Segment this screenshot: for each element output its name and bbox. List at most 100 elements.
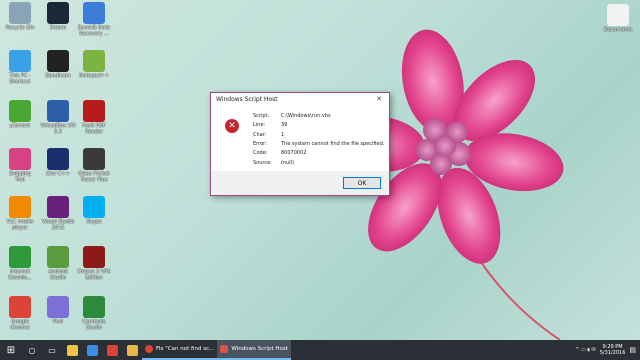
search-icon[interactable]: ○ bbox=[22, 340, 42, 360]
detail-key: Char: bbox=[253, 131, 267, 138]
clock-date: 5/31/2016 bbox=[599, 350, 626, 356]
desktop-shortcut[interactable]: Foxit PDF Reader bbox=[76, 100, 112, 135]
notepadpp-icon bbox=[83, 50, 105, 72]
desktop-shortcut[interactable]: Dev C++ bbox=[40, 148, 76, 177]
desktop-shortcut-label: Android Studio bbox=[48, 269, 68, 281]
desktop-shortcut[interactable]: VLC media player bbox=[2, 196, 38, 231]
detail-key: Code: bbox=[253, 150, 268, 157]
desktop-shortcut[interactable]: Snipping Tool bbox=[2, 148, 38, 183]
desktop-shortcut[interactable]: Google Chrome bbox=[2, 296, 38, 331]
ok-button[interactable]: OK bbox=[343, 177, 381, 189]
system-tray: ^ ▭ ◖ ✉ 9:29 PM 5/31/2016 ▤ bbox=[575, 340, 640, 360]
vfx-icon bbox=[83, 246, 105, 268]
close-icon[interactable]: ✕ bbox=[374, 95, 384, 103]
desktop-shortcut[interactable]: Pixlr bbox=[40, 296, 76, 325]
desktop-shortcut[interactable]: µTorrent bbox=[2, 100, 38, 129]
detail-value: C:\Windows\run.vbs bbox=[281, 113, 331, 119]
taskbar-window-label: Windows Script Host bbox=[231, 346, 288, 352]
camtasia-icon bbox=[83, 296, 105, 318]
detail-row: Error: The system cannot find the file sp… bbox=[253, 141, 384, 150]
detail-value: The system cannot find the file specifie… bbox=[281, 140, 385, 147]
task-view-icon[interactable]: ▭ bbox=[42, 340, 62, 360]
desktop-shortcut[interactable]: VirtualBox VM 3.3 bbox=[40, 100, 76, 135]
script-host-icon bbox=[220, 345, 229, 353]
easeus-icon bbox=[83, 2, 105, 24]
pinned-apps bbox=[62, 340, 142, 360]
desktop-shortcut-label: EaseUS Data Recovery ... bbox=[77, 25, 111, 37]
documents-icon bbox=[607, 4, 629, 26]
tray-icons[interactable]: ^ ▭ ◖ ✉ bbox=[575, 347, 596, 353]
desktop-shortcut[interactable]: Recycle Bin bbox=[2, 2, 38, 31]
desktop-shortcut-label: Dream 3 VFX Edition bbox=[77, 269, 111, 281]
detail-value: 39 bbox=[281, 122, 288, 129]
snipping-tool-icon bbox=[9, 148, 31, 170]
detail-value: (null) bbox=[281, 159, 295, 166]
desktop-shortcut-label: Bandicam bbox=[45, 73, 71, 79]
windows-start-icon[interactable]: ⊞ bbox=[0, 340, 22, 360]
desktop-shortcut-label: Snipping Tool bbox=[9, 171, 31, 183]
desktop-shortcut-label: Dev C++ bbox=[46, 171, 70, 177]
desktop-shortcut[interactable]: This PC - Shortcut bbox=[2, 50, 38, 85]
desktop-shortcut-label: VirtualBox VM 3.3 bbox=[40, 123, 76, 135]
chrome-icon bbox=[9, 296, 31, 318]
file-explorer-icon[interactable] bbox=[62, 340, 82, 360]
desktop-shortcut[interactable]: Skype bbox=[76, 196, 112, 225]
desktop-shortcut-label: Pixlr bbox=[52, 319, 64, 325]
detail-key: Error: bbox=[253, 140, 267, 147]
taskbar-window-script-host[interactable]: Windows Script Host bbox=[217, 340, 291, 360]
chrome-icon[interactable] bbox=[102, 340, 122, 360]
desktop-shortcut[interactable]: Android Studio bbox=[40, 246, 76, 281]
notification-icon[interactable]: ▤ bbox=[629, 346, 636, 354]
recycle-bin-icon bbox=[9, 2, 31, 24]
detail-row: Code: 80070002 bbox=[253, 150, 384, 159]
desktop-shortcut[interactable]: EaseUS Data Recovery ... bbox=[76, 2, 112, 37]
desktop-shortcut[interactable]: Bandicam bbox=[40, 50, 76, 79]
store-icon-glyph bbox=[86, 344, 98, 356]
desktop-shortcut-label: Recycle Bin bbox=[5, 25, 35, 31]
bandicam-icon bbox=[47, 50, 69, 72]
desktop-shortcut-label: µTorrent bbox=[9, 123, 31, 129]
error-dialog: Windows Script Host ✕ ✕ Script: C:\Window… bbox=[210, 92, 390, 196]
desktop-shortcut-label: Glass Pocket Tracer Plus bbox=[78, 171, 110, 183]
desktop-shortcut[interactable]: Documents bbox=[600, 4, 636, 33]
desktop-shortcut-label: VLC media player bbox=[6, 219, 34, 231]
steam-icon bbox=[47, 2, 69, 24]
detail-row: Line: 39 bbox=[253, 122, 384, 131]
chrome-icon bbox=[145, 345, 153, 353]
detail-key: Line: bbox=[253, 122, 266, 129]
desktop-shortcut[interactable]: Visual Studio 2015 bbox=[40, 196, 76, 231]
folder-icon[interactable] bbox=[122, 340, 142, 360]
desktop-shortcut[interactable]: Notepad++ bbox=[76, 50, 112, 79]
desktop-shortcut[interactable]: Camtasia Studio bbox=[76, 296, 112, 331]
utorrent-icon bbox=[9, 100, 31, 122]
desktop-shortcut-label: Foxit PDF Reader bbox=[82, 123, 106, 135]
detail-value: 80070002 bbox=[281, 150, 307, 157]
error-icon: ✕ bbox=[225, 119, 239, 133]
desktop-shortcut-label: Visual Studio 2015 bbox=[41, 219, 75, 231]
detail-value: 1 bbox=[281, 131, 285, 138]
detail-row: Char: 1 bbox=[253, 132, 384, 141]
tracer-icon bbox=[83, 148, 105, 170]
desktop-shortcut[interactable]: Steam bbox=[40, 2, 76, 31]
virtualbox-icon bbox=[47, 100, 69, 122]
desktop-shortcut-label: Google Chrome bbox=[10, 319, 30, 331]
skype-icon bbox=[83, 196, 105, 218]
visual-studio-icon bbox=[47, 196, 69, 218]
desktop-shortcut-label: Notepad++ bbox=[79, 73, 109, 79]
desktop-shortcut-label: Steam bbox=[49, 25, 67, 31]
desktop-shortcut[interactable]: Glass Pocket Tracer Plus bbox=[76, 148, 112, 183]
pixlr-icon bbox=[47, 296, 69, 318]
taskbar-window-chrome[interactable]: Fix "Can not find sc... bbox=[142, 340, 218, 360]
dialog-titlebar[interactable]: Windows Script Host ✕ bbox=[211, 93, 389, 105]
detail-key: Source: bbox=[253, 159, 272, 166]
desktop-shortcut[interactable]: Internet Downlo... bbox=[2, 246, 38, 281]
folder-icon-glyph bbox=[126, 344, 138, 356]
clock[interactable]: 9:29 PM 5/31/2016 bbox=[600, 344, 626, 356]
desktop-shortcut-label: This PC - Shortcut bbox=[9, 73, 31, 85]
this-pc-icon bbox=[9, 50, 31, 72]
store-icon[interactable] bbox=[82, 340, 102, 360]
pdf-reader-icon bbox=[83, 100, 105, 122]
devcpp-icon bbox=[47, 148, 69, 170]
desktop-shortcut[interactable]: Dream 3 VFX Edition bbox=[76, 246, 112, 281]
error-details: Script: C:\Windows\run.vbs Line: 39 Char: 1… bbox=[253, 113, 384, 169]
